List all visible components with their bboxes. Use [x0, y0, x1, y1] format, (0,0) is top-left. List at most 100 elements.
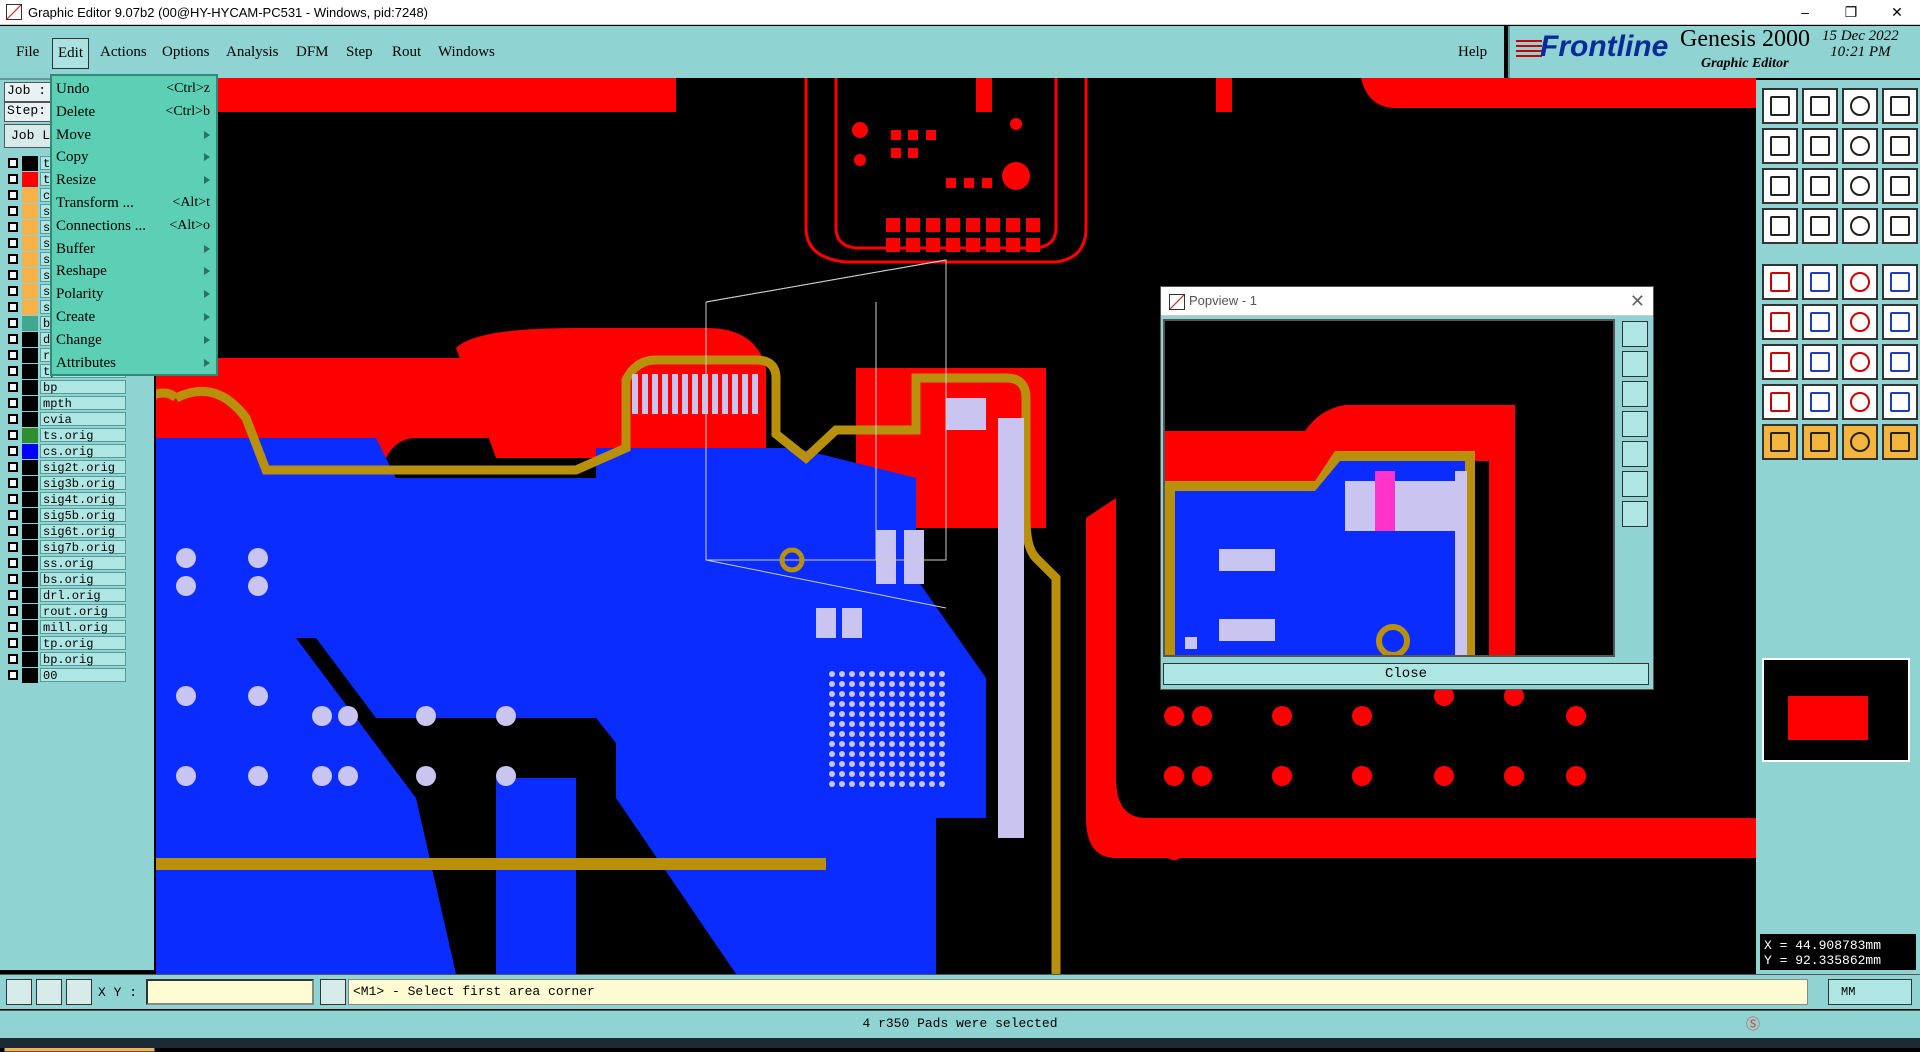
layer-checkbox[interactable]	[8, 270, 18, 280]
close-window-button[interactable]: ✕	[1874, 0, 1920, 24]
layer-row[interactable]: cs.orig	[6, 444, 126, 459]
layer-name[interactable]: sig7b.orig	[40, 540, 126, 555]
layer-checkbox[interactable]	[8, 638, 18, 648]
menu-file[interactable]: File	[12, 42, 43, 63]
layer-checkbox[interactable]	[8, 494, 18, 504]
layer-name[interactable]: mill.orig	[40, 620, 126, 635]
connect-icon-button[interactable]	[1802, 208, 1838, 244]
layer-row[interactable]: 00	[6, 668, 126, 683]
cross-icon-button[interactable]	[1802, 304, 1838, 340]
popview-canvas[interactable]	[1163, 319, 1615, 657]
edit-menu-item[interactable]: Create	[56, 306, 214, 328]
fit-screen-icon-button[interactable]	[1762, 168, 1798, 204]
popview-close-icon[interactable]: ✕	[1630, 291, 1645, 312]
draw-rect-icon-button[interactable]	[1802, 264, 1838, 300]
layer-checkbox[interactable]	[8, 366, 18, 376]
menu-rout[interactable]: Rout	[388, 42, 425, 63]
layer-name[interactable]: sig6t.orig	[40, 524, 126, 539]
layer-checkbox[interactable]	[8, 478, 18, 488]
popview-close-button[interactable]: Close	[1163, 663, 1649, 685]
layer-row[interactable]: rout.orig	[6, 604, 126, 619]
layer-checkbox[interactable]	[8, 510, 18, 520]
zoom-in-icon-button[interactable]	[1762, 128, 1798, 164]
arc-icon-button[interactable]	[1842, 344, 1878, 380]
edit-menu-item[interactable]: Change	[56, 329, 214, 351]
layer-checkbox[interactable]	[8, 158, 18, 168]
layer-row[interactable]: sig5b.orig	[6, 508, 126, 523]
layer-checkbox[interactable]	[8, 222, 18, 232]
popview-tool-7-button[interactable]	[1622, 501, 1648, 527]
edit-menu-item[interactable]: Copy	[56, 146, 214, 168]
popview-tool-3-button[interactable]	[1622, 381, 1648, 407]
layer-row[interactable]: sig7b.orig	[6, 540, 126, 555]
layer-name[interactable]: cs.orig	[40, 444, 126, 459]
layer-name[interactable]: 00	[40, 668, 126, 683]
units-select[interactable]: MM	[1828, 979, 1912, 1005]
layer-row[interactable]: drl.orig	[6, 588, 126, 603]
edit-menu-item[interactable]: Undo <Ctrl>z	[56, 78, 214, 100]
component-icon-button[interactable]	[1882, 384, 1918, 420]
measure-icon-button[interactable]	[36, 979, 62, 1005]
edit-menu-item[interactable]: Resize	[56, 169, 214, 191]
circle-icon-button[interactable]	[1882, 264, 1918, 300]
zoom-out-icon-button[interactable]	[1802, 128, 1838, 164]
edit-menu-item[interactable]: Polarity	[56, 283, 214, 305]
layer-checkbox[interactable]	[8, 574, 18, 584]
menu-options[interactable]: Options	[158, 42, 214, 63]
maximize-button[interactable]: ❐	[1828, 0, 1874, 24]
drill-icon-button[interactable]	[1762, 264, 1798, 300]
layer-checkbox[interactable]	[8, 446, 18, 456]
menu-help[interactable]: Help	[1454, 42, 1491, 63]
layer-checkbox[interactable]	[8, 238, 18, 248]
layer-name[interactable]: rout.orig	[40, 604, 126, 619]
layer-row[interactable]: ts.orig	[6, 428, 126, 443]
arch-icon-button[interactable]	[1842, 424, 1878, 460]
edit-menu-item[interactable]: Move	[56, 124, 214, 146]
pan-icon-button[interactable]	[1802, 168, 1838, 204]
menu-analysis[interactable]: Analysis	[222, 42, 283, 63]
layer-checkbox[interactable]	[8, 622, 18, 632]
layer-row[interactable]: ss.orig	[6, 556, 126, 571]
menu-windows[interactable]: Windows	[434, 42, 499, 63]
menu-actions[interactable]: Actions	[96, 42, 151, 63]
layer-row[interactable]: mill.orig	[6, 620, 126, 635]
ime-icon[interactable]: Ⓢ	[1746, 1014, 1760, 1034]
help-icon-button[interactable]	[1882, 168, 1918, 204]
layer-checkbox[interactable]	[8, 654, 18, 664]
line-red-icon-button[interactable]	[1762, 344, 1798, 380]
snap-grid-icon-button[interactable]	[1842, 384, 1878, 420]
triangle-icon-button[interactable]	[1762, 424, 1798, 460]
pad-icon-button[interactable]	[1882, 344, 1918, 380]
layer-checkbox[interactable]	[8, 334, 18, 344]
grid-icon-button[interactable]	[66, 979, 92, 1005]
layer-checkbox[interactable]	[8, 590, 18, 600]
layer-name[interactable]: mpth	[40, 396, 126, 411]
layer-row[interactable]: bp	[6, 380, 126, 395]
zoom-step-icon-button[interactable]	[1882, 128, 1918, 164]
zoom-back-icon-button[interactable]	[1842, 128, 1878, 164]
layer-checkbox[interactable]	[8, 430, 18, 440]
minimize-button[interactable]: –	[1782, 0, 1828, 24]
xy-input[interactable]	[146, 979, 314, 1005]
layer-checkbox[interactable]	[8, 558, 18, 568]
menu-step[interactable]: Step	[342, 42, 377, 63]
edit-menu-item[interactable]: Reshape	[56, 260, 214, 282]
layer-checkbox[interactable]	[8, 398, 18, 408]
layer-name[interactable]: drl.orig	[40, 588, 126, 603]
layer-name[interactable]: bp.orig	[40, 652, 126, 667]
letter-a-icon-button[interactable]	[1802, 424, 1838, 460]
zoom-home-icon-button[interactable]	[1762, 88, 1798, 124]
route-icon-button[interactable]	[1842, 304, 1878, 340]
layer-name[interactable]: sig3b.orig	[40, 476, 126, 491]
layer-name[interactable]: bs.orig	[40, 572, 126, 587]
layer-checkbox[interactable]	[8, 174, 18, 184]
home-icon-button[interactable]	[1842, 88, 1878, 124]
layer-row[interactable]: bp.orig	[6, 652, 126, 667]
measure-icon-button[interactable]	[1842, 264, 1878, 300]
edit-menu-item[interactable]: Delete <Ctrl>b	[56, 101, 214, 123]
layer-checkbox[interactable]	[8, 462, 18, 472]
layer-checkbox[interactable]	[8, 542, 18, 552]
frame-icon-button[interactable]	[1882, 88, 1918, 124]
edit-menu-item[interactable]: Connections ... <Alt>o	[56, 215, 214, 237]
layer-checkbox[interactable]	[8, 606, 18, 616]
